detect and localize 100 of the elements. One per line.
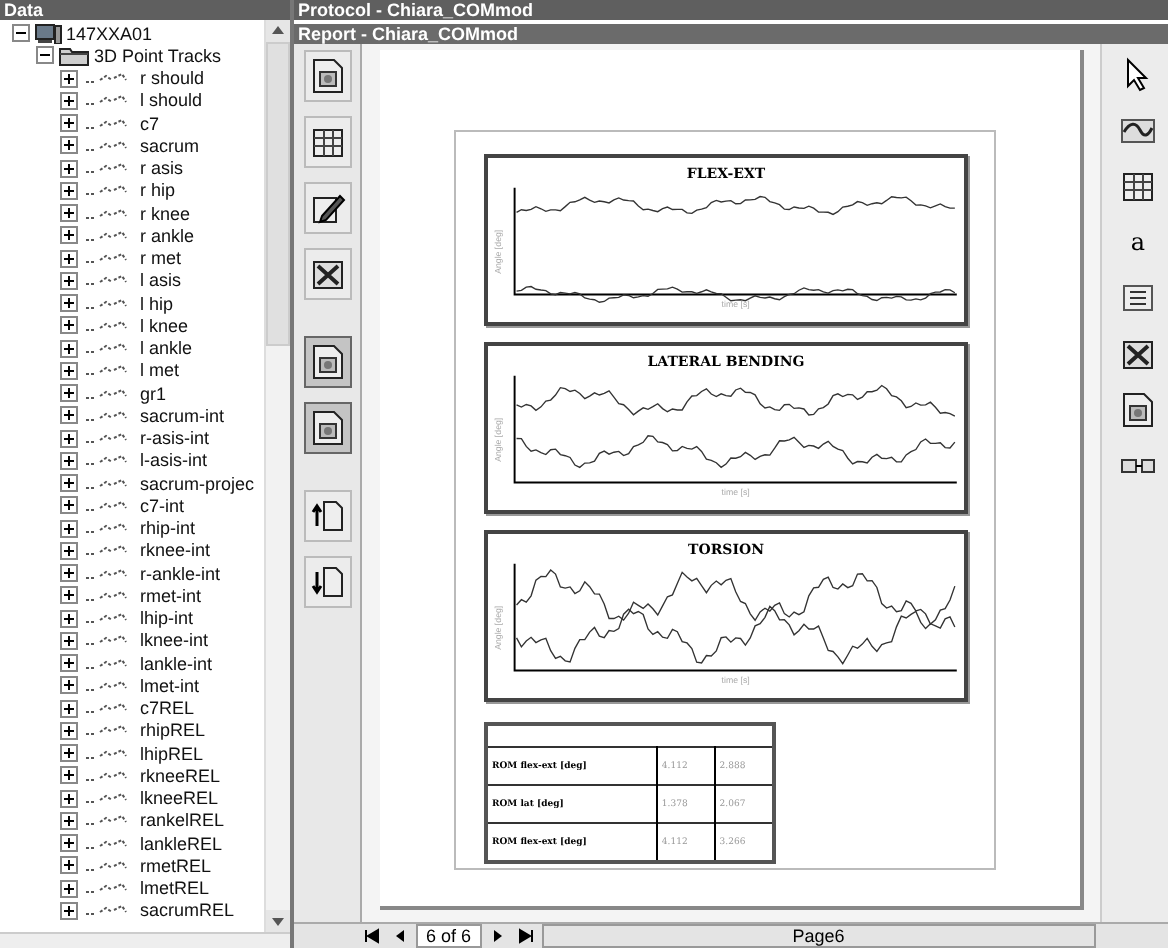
first-page-button[interactable]: [360, 925, 384, 947]
tree-item[interactable]: lankleREL: [140, 833, 223, 854]
expand-icon[interactable]: [60, 519, 78, 538]
expand-icon[interactable]: [60, 204, 78, 223]
tree-item[interactable]: l hip: [140, 293, 174, 314]
tree-item[interactable]: r asis: [140, 158, 184, 179]
expand-icon[interactable]: [60, 316, 78, 335]
expand-icon[interactable]: [60, 249, 78, 268]
expand-icon[interactable]: [60, 339, 78, 358]
page-position-field[interactable]: 6 of 6: [416, 924, 482, 948]
expand-icon[interactable]: [60, 429, 78, 448]
tree-item[interactable]: lankle-int: [140, 653, 213, 674]
tree-item[interactable]: rknee-int: [140, 540, 211, 561]
tree-item[interactable]: c7REL: [140, 698, 195, 719]
expand-icon[interactable]: [60, 181, 78, 200]
expand-icon[interactable]: [60, 226, 78, 245]
expand-icon[interactable]: [60, 564, 78, 583]
expand-icon[interactable]: [60, 496, 78, 515]
expand-icon[interactable]: [60, 654, 78, 673]
expand-icon[interactable]: [60, 631, 78, 650]
tree-item[interactable]: sacrum: [140, 135, 200, 156]
page-up-tool-button[interactable]: [303, 490, 351, 542]
image-tool-button[interactable]: [303, 50, 351, 102]
expand-icon[interactable]: [60, 271, 78, 290]
tree-item[interactable]: l knee: [140, 315, 189, 336]
tree-item[interactable]: lknee-int: [140, 630, 209, 651]
tree-item[interactable]: lhipREL: [140, 743, 204, 764]
tree-item[interactable]: c7-int: [140, 495, 185, 516]
tree-item[interactable]: r-asis-int: [140, 428, 210, 449]
table-tool-button[interactable]: [303, 116, 351, 168]
scroll-up-icon[interactable]: [266, 20, 290, 42]
expand-icon[interactable]: [60, 294, 78, 313]
expand-icon[interactable]: [60, 834, 78, 853]
expand-icon[interactable]: [60, 91, 78, 110]
tree-item[interactable]: rhip-int: [140, 518, 196, 539]
tree-item[interactable]: rmet-int: [140, 585, 202, 606]
expand-icon[interactable]: [60, 744, 78, 763]
scroll-down-icon[interactable]: [266, 910, 290, 932]
tree-item[interactable]: c7: [140, 113, 160, 134]
image-tool-button[interactable]: [303, 402, 351, 454]
tree-item[interactable]: sacrumREL: [140, 900, 235, 921]
expand-icon[interactable]: [60, 406, 78, 425]
expand-icon[interactable]: [60, 136, 78, 155]
expand-icon[interactable]: [60, 856, 78, 875]
trajectory-icon: [84, 902, 128, 919]
expand-icon[interactable]: [60, 811, 78, 830]
tree-item[interactable]: l asis: [140, 270, 182, 291]
collapse-icon[interactable]: [12, 24, 30, 43]
tree-item[interactable]: gr1: [140, 383, 167, 404]
tree-item[interactable]: rankelREL: [140, 810, 225, 831]
tree-item[interactable]: lkneeREL: [140, 788, 219, 809]
tree-item[interactable]: lmet-int: [140, 675, 200, 696]
expand-icon[interactable]: [60, 541, 78, 560]
pencil-icon: [309, 190, 345, 226]
tree-item[interactable]: r met: [140, 248, 182, 269]
tree-item[interactable]: r should: [140, 68, 205, 89]
tree-item[interactable]: r hip: [140, 180, 176, 201]
page-name-field[interactable]: Page6: [541, 924, 1096, 948]
tree-item[interactable]: 3D Point Tracks: [94, 45, 222, 66]
tree-item[interactable]: l should: [140, 90, 203, 111]
tree-item[interactable]: r ankle: [140, 225, 195, 246]
tree-item[interactable]: 147XXA01: [66, 23, 153, 44]
expand-icon[interactable]: [60, 159, 78, 178]
expand-icon[interactable]: [60, 114, 78, 133]
expand-icon[interactable]: [60, 609, 78, 628]
tree-item[interactable]: r-ankle-int: [140, 563, 221, 584]
expand-icon[interactable]: [60, 361, 78, 380]
scrollbar[interactable]: [264, 20, 290, 932]
text-tool-button[interactable]: a: [1112, 220, 1164, 264]
collapse-icon[interactable]: [36, 46, 54, 65]
expand-icon[interactable]: [60, 699, 78, 718]
tree-item[interactable]: rmetREL: [140, 855, 212, 876]
expand-icon[interactable]: [60, 901, 78, 920]
last-page-button[interactable]: [513, 925, 538, 947]
tree-item[interactable]: lhip-int: [140, 608, 194, 629]
tree-item[interactable]: l met: [140, 360, 180, 381]
expand-icon[interactable]: [60, 789, 78, 808]
expand-icon[interactable]: [60, 384, 78, 403]
delete-tool-button[interactable]: [303, 248, 351, 300]
expand-icon[interactable]: [60, 586, 78, 605]
tree-item[interactable]: rkneeREL: [140, 765, 221, 786]
expand-icon[interactable]: [60, 451, 78, 470]
tree-item[interactable]: r knee: [140, 203, 191, 224]
trajectory-icon: [84, 587, 128, 604]
expand-icon[interactable]: [60, 879, 78, 898]
expand-icon[interactable]: [60, 766, 78, 785]
page-down-tool-button[interactable]: [303, 556, 351, 608]
tree-item[interactable]: sacrum-int: [140, 405, 225, 426]
tree-item[interactable]: l-asis-int: [140, 450, 208, 471]
expand-icon[interactable]: [60, 69, 78, 88]
horizontal-scrollbar[interactable]: [0, 932, 290, 948]
expand-icon[interactable]: [60, 721, 78, 740]
tree-item[interactable]: rhipREL: [140, 720, 206, 741]
tree-item[interactable]: sacrum-projec: [140, 473, 255, 494]
tree-item[interactable]: l ankle: [140, 338, 193, 359]
tree-item[interactable]: lmetREL: [140, 878, 210, 899]
pencil-tool-button[interactable]: [303, 182, 351, 234]
expand-icon[interactable]: [60, 676, 78, 695]
expand-icon[interactable]: [60, 474, 78, 493]
image-tool-button[interactable]: [303, 336, 351, 388]
